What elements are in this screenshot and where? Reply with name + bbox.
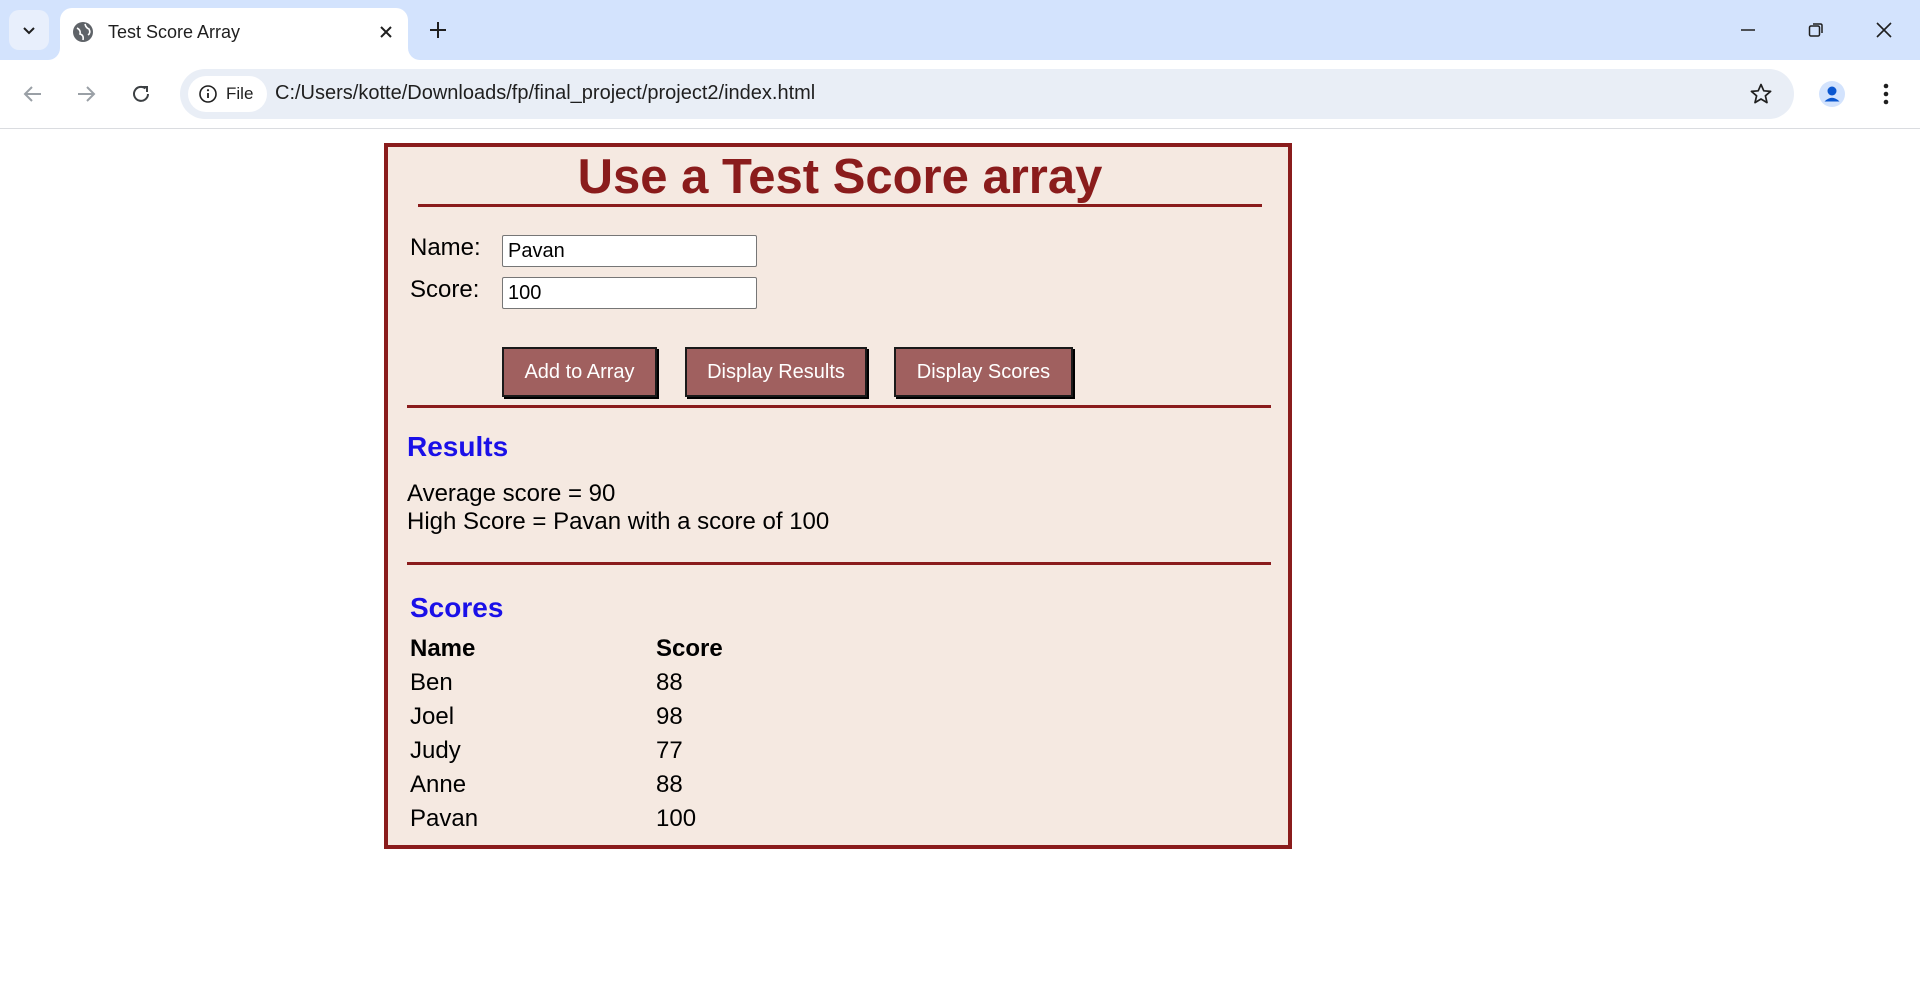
name-label: Name: [410,234,481,261]
arrow-right-icon [78,86,96,102]
browser-menu-button[interactable] [1866,74,1906,114]
site-info-chip[interactable]: File [188,76,268,112]
star-icon [1750,83,1772,104]
close-icon [1876,22,1892,38]
site-chip-label: File [226,84,254,103]
forward-button[interactable] [66,74,106,114]
tab-search-button[interactable] [9,10,49,50]
table-row: Judy 77 [410,734,810,768]
globe-icon [73,22,93,42]
row-name: Ben [410,669,453,696]
bookmark-button[interactable] [1748,81,1774,107]
profile-button[interactable] [1812,74,1852,114]
row-score: 88 [656,669,683,696]
browser-tab[interactable]: Test Score Array [60,8,408,60]
close-window-button[interactable] [1850,0,1918,60]
tab-strip: Test Score Array [0,0,1920,60]
arrow-left-icon [23,86,41,102]
display-results-button[interactable]: Display Results [685,347,867,397]
more-vert-icon [1883,83,1889,105]
tab-title: Test Score Array [108,22,241,42]
restore-icon [1808,23,1823,37]
scores-heading: Scores [410,592,504,623]
main-panel: Use a Test Score array Name: Score: Add … [384,143,1292,849]
reload-icon [133,85,149,102]
average-score-text: Average score = 90 [407,480,616,507]
avatar-icon [1819,81,1845,107]
address-bar[interactable]: File C:/Users/kotte/Downloads/fp/final_p… [180,69,1794,119]
info-icon [199,85,217,103]
table-header-row: Name Score [410,632,810,666]
row-score: 88 [656,771,683,798]
table-row: Pavan 100 [410,802,810,836]
display-scores-button[interactable]: Display Scores [894,347,1073,397]
browser-toolbar: File C:/Users/kotte/Downloads/fp/final_p… [0,60,1920,129]
score-input[interactable] [502,277,757,309]
scores-table: Name Score Ben 88 Joel 98 Judy 77 Anne 8… [410,632,810,836]
row-name: Pavan [410,805,479,832]
column-header-score: Score [656,635,723,662]
name-input[interactable] [502,235,757,267]
page-title: Use a Test Score array [418,147,1262,207]
reload-button[interactable] [121,74,161,114]
row-name: Anne [410,771,467,798]
row-score: 98 [656,703,683,730]
divider [407,562,1271,565]
row-name: Judy [410,737,461,764]
restore-button[interactable] [1782,0,1850,60]
table-row: Ben 88 [410,666,810,700]
url-text[interactable]: C:/Users/kotte/Downloads/fp/final_projec… [275,82,815,105]
add-to-array-button[interactable]: Add to Array [502,347,657,397]
minimize-button[interactable] [1714,0,1782,60]
results-heading: Results [407,431,509,462]
table-row: Anne 88 [410,768,810,802]
divider [407,405,1271,408]
score-label: Score: [410,276,480,303]
table-row: Joel 98 [410,700,810,734]
chevron-down-icon [23,27,35,35]
column-header-name: Name [410,635,476,662]
plus-icon [430,22,446,38]
close-icon [380,26,392,38]
tab-close-button[interactable] [374,20,398,44]
row-name: Joel [410,703,455,730]
new-tab-button[interactable] [424,16,452,44]
row-score: 100 [656,805,697,832]
high-score-text: High Score = Pavan with a score of 100 [407,508,830,535]
back-button[interactable] [13,74,53,114]
row-score: 77 [656,737,683,764]
minimize-icon [1741,29,1755,31]
